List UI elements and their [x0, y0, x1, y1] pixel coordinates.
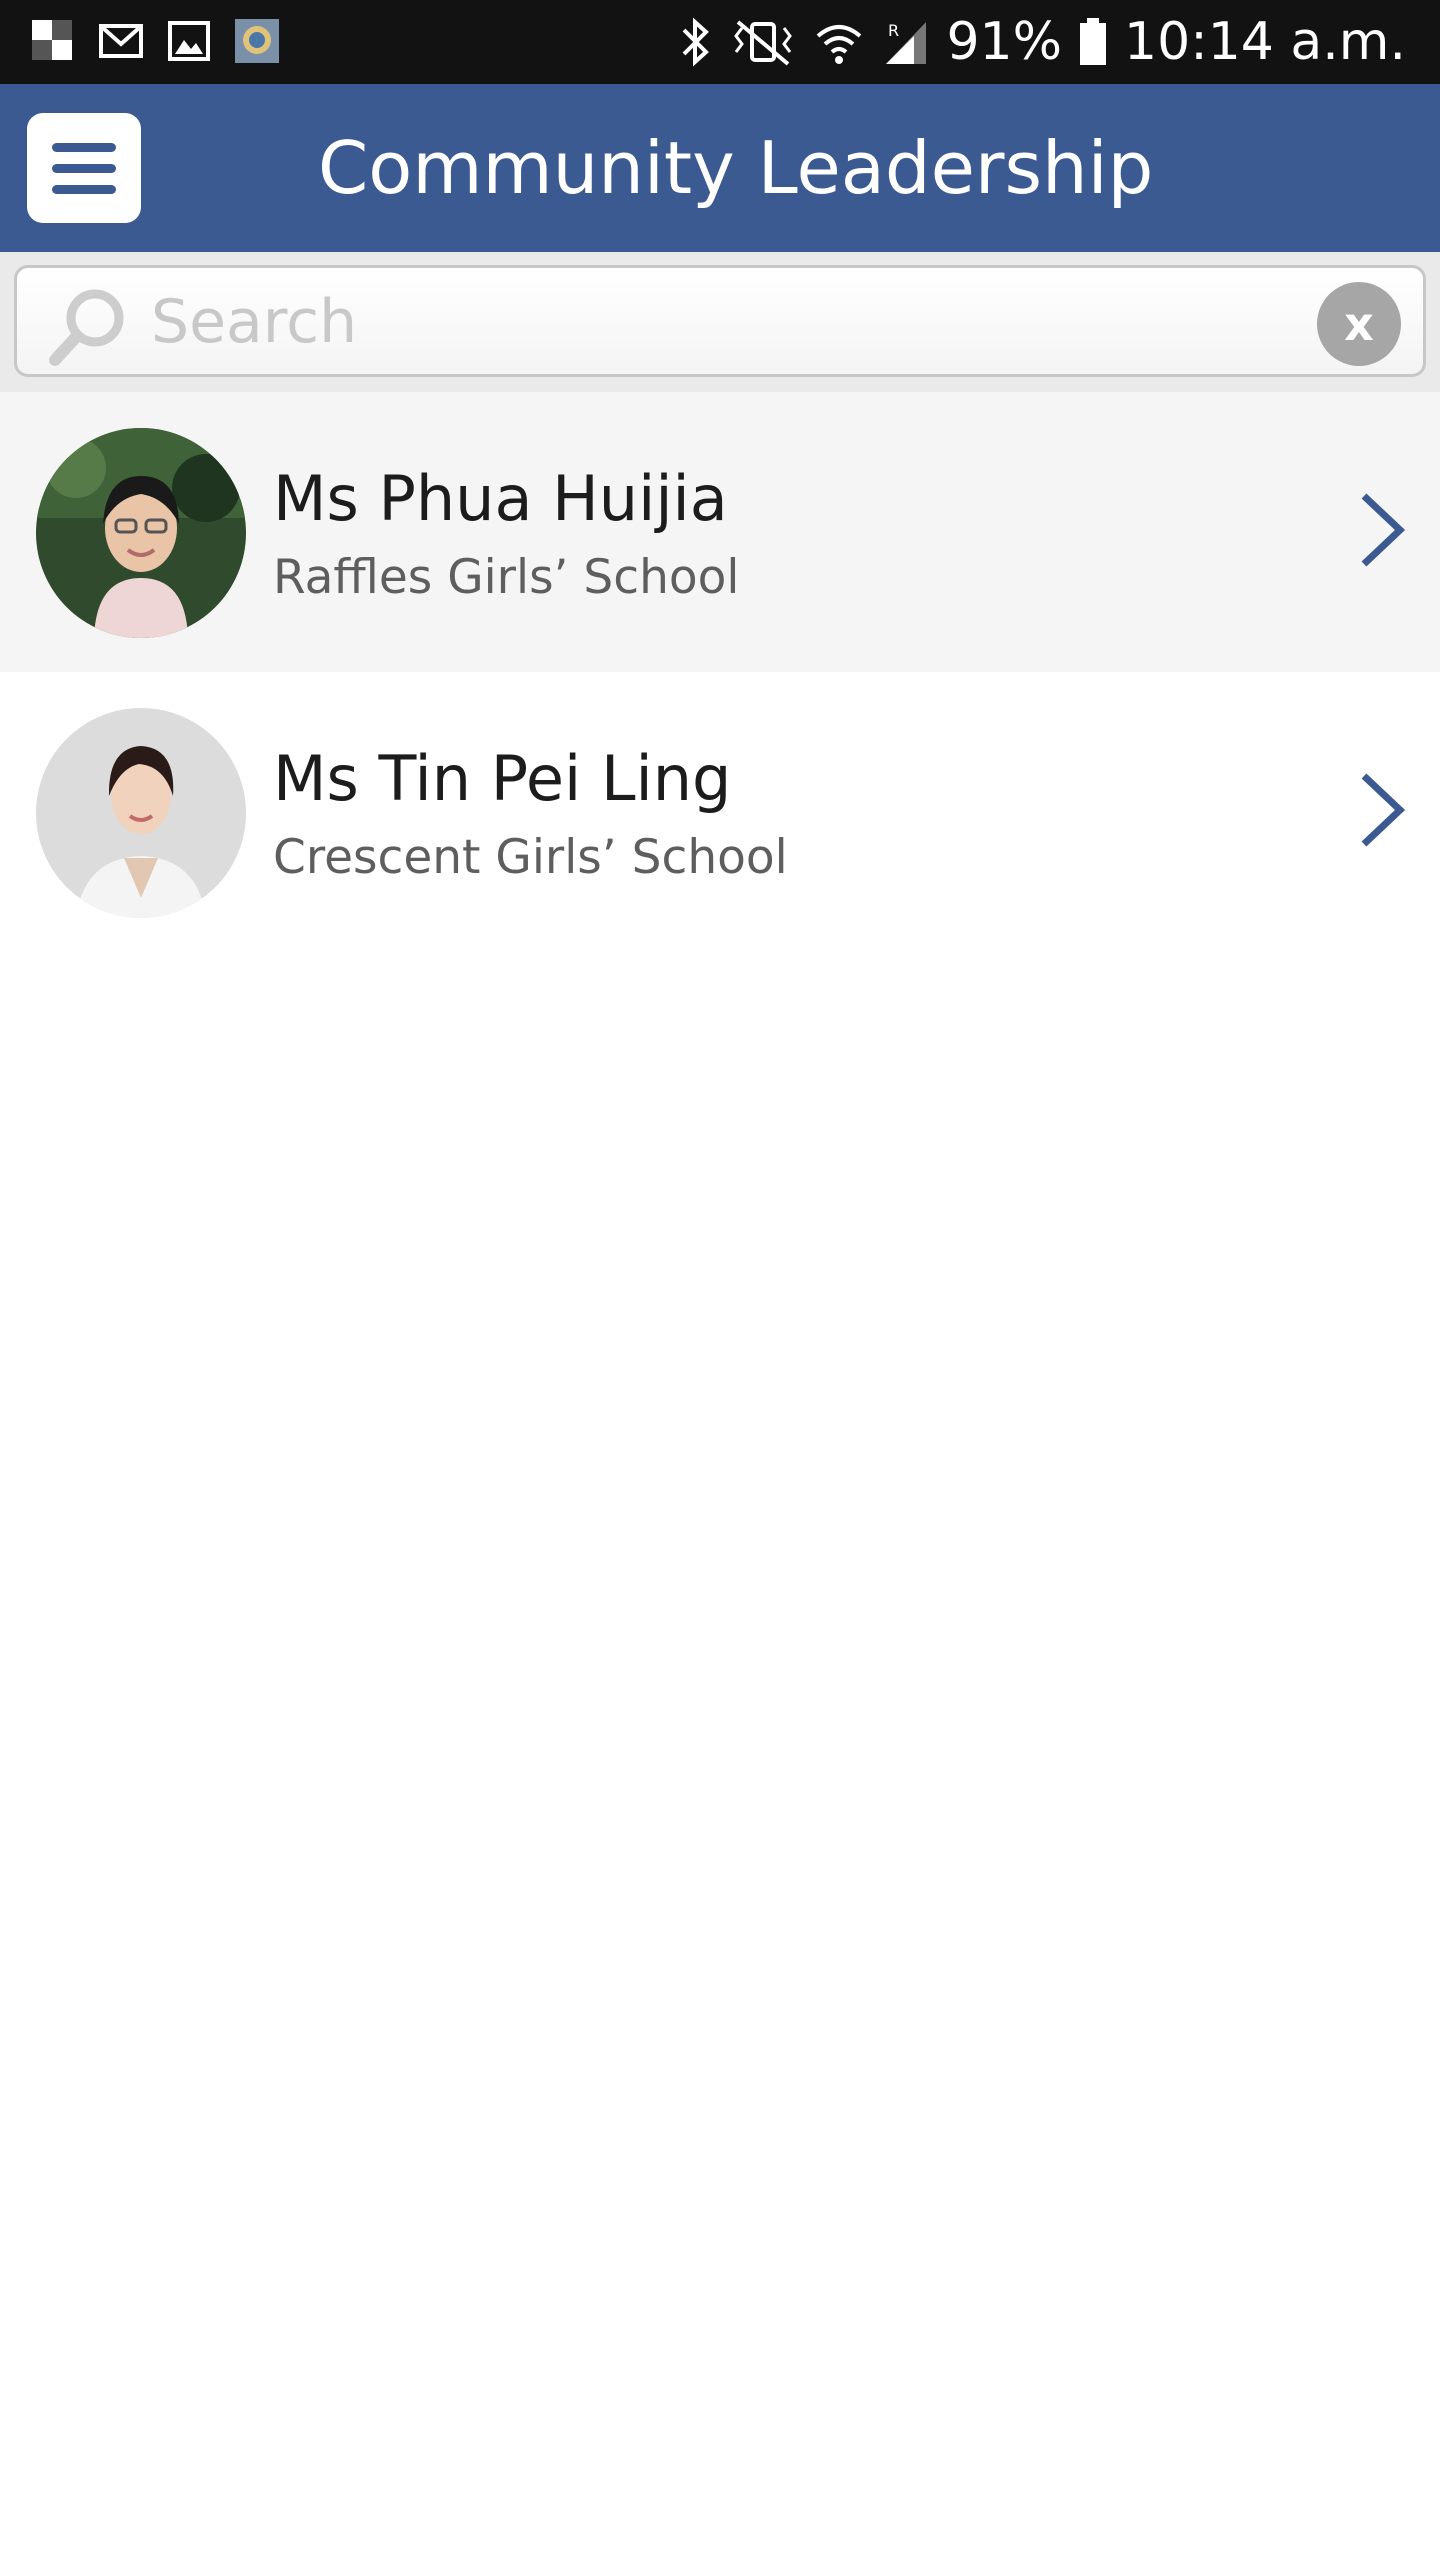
leader-school: Crescent Girls’ School [273, 830, 788, 885]
chevron-right-icon [1361, 773, 1406, 847]
search-box[interactable]: x [14, 265, 1426, 377]
signal-icon: R [886, 21, 927, 64]
leader-name: Ms Tin Pei Ling [273, 742, 732, 815]
search-input[interactable] [151, 274, 1311, 370]
status-bar: R 91% 10:14 a.m. [0, 0, 1440, 84]
leader-list: Ms Phua Huijia Raffles Girls’ School Ms … [0, 392, 1440, 952]
vibrate-icon [734, 20, 793, 66]
battery-percentage: 91% [946, 12, 1063, 72]
hamburger-icon-bar [52, 163, 116, 173]
notification-icon [32, 20, 72, 60]
hamburger-icon [52, 142, 116, 152]
chevron-right-icon [1361, 493, 1406, 567]
avatar [36, 708, 246, 918]
avatar [36, 428, 246, 638]
gallery-icon [168, 21, 210, 61]
leader-school: Raffles Girls’ School [273, 550, 740, 605]
clock: 10:14 a.m. [1124, 12, 1406, 72]
page-title: Community Leadership [318, 126, 1154, 210]
app-header: Community Leadership [0, 84, 1440, 252]
list-item[interactable]: Ms Tin Pei Ling Crescent Girls’ School [0, 672, 1440, 952]
app-icon [235, 19, 279, 63]
hamburger-icon-bar [52, 184, 116, 194]
search-bar: x [0, 252, 1440, 392]
wifi-icon [817, 25, 862, 64]
battery-icon [1080, 18, 1107, 65]
menu-button[interactable] [27, 113, 141, 223]
clear-search-button[interactable]: x [1317, 282, 1401, 366]
bluetooth-icon [683, 17, 710, 67]
svg-text:R: R [888, 21, 899, 40]
search-icon [49, 289, 124, 366]
leader-name: Ms Phua Huijia [273, 462, 728, 535]
gmail-icon [99, 24, 143, 58]
list-item[interactable]: Ms Phua Huijia Raffles Girls’ School [0, 392, 1440, 672]
